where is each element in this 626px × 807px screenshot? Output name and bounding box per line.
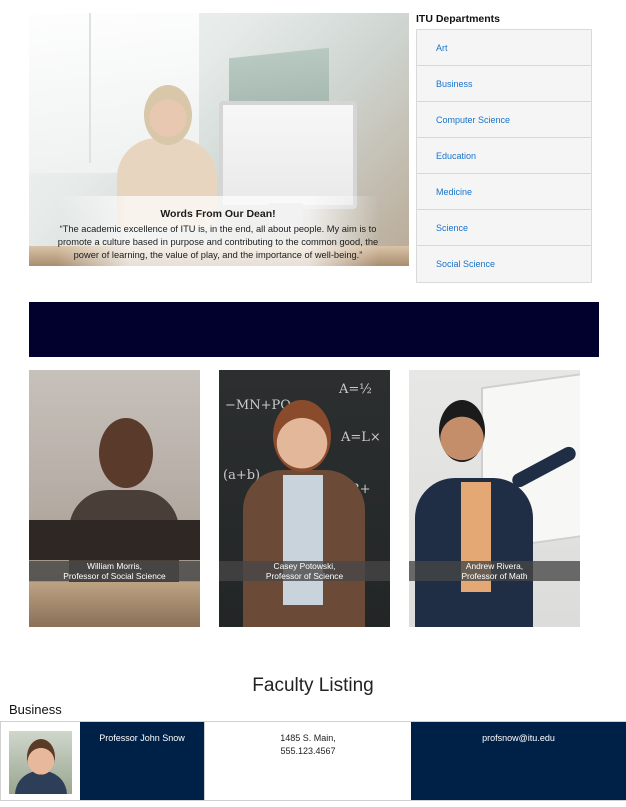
faculty-card-role: Professor of Math (461, 570, 528, 581)
department-link-social-science[interactable]: Social Science (417, 246, 591, 282)
dean-quote: “The academic excellence of ITU is, in t… (57, 224, 379, 260)
window-frame (89, 13, 91, 163)
faculty-address: 1485 S. Main, (280, 733, 336, 743)
faculty-photo (9, 731, 72, 794)
dean-hero-image: Words From Our Dean! “The academic excel… (29, 13, 409, 266)
department-link-business[interactable]: Business (417, 66, 591, 102)
department-link-art[interactable]: Art (417, 30, 591, 66)
departments-heading: ITU Departments (416, 13, 501, 25)
faculty-photo-head (99, 418, 153, 488)
books-decor (29, 520, 200, 560)
faculty-photo-shirt (283, 475, 323, 605)
dean-caption: Words From Our Dean! “The academic excel… (57, 196, 379, 266)
departments-list: Art Business Computer Science Education … (416, 29, 592, 283)
faculty-phone: 555.123.4567 (280, 746, 336, 756)
faculty-photo-head (273, 400, 331, 472)
faculty-card-caption: Andrew Rivera, Professor of Math (409, 561, 580, 581)
chalkboard-math-decor: A=L× (341, 430, 381, 445)
faculty-card-role: Professor of Science (265, 570, 344, 581)
faculty-card-caption: Casey Potowski, Professor of Science (219, 561, 390, 581)
faculty-card-andrew-rivera[interactable]: Andrew Rivera, Professor of Math (409, 370, 580, 627)
department-link-computer-science[interactable]: Computer Science (417, 102, 591, 138)
faculty-card-william-morris[interactable]: William Morris, Professor of Social Scie… (29, 370, 200, 627)
faculty-card-casey-potowski[interactable]: −MN+PQ A=½ A=L× (a+b) (B+ Casey Potowski… (219, 370, 390, 627)
faculty-photo-cell (0, 722, 80, 800)
faculty-photo-head (27, 739, 55, 775)
department-link-science[interactable]: Science (417, 210, 591, 246)
faculty-listing-title: Faculty Listing (252, 675, 374, 696)
chalkboard-math-decor: A=½ (339, 382, 372, 397)
dean-caption-title: Words From Our Dean! (160, 208, 276, 220)
department-link-education[interactable]: Education (417, 138, 591, 174)
computer-monitor (219, 101, 357, 209)
table-row: Professor John Snow 1485 S. Main, 555.12… (0, 721, 626, 801)
faculty-card-caption: William Morris, Professor of Social Scie… (29, 561, 200, 581)
faculty-address-cell: 1485 S. Main, 555.123.4567 (204, 722, 411, 800)
dean-figure-head (144, 85, 192, 145)
faculty-name-cell: Professor John Snow (80, 722, 204, 800)
faculty-card-role: Professor of Social Science (63, 570, 166, 581)
faculty-photo-head (439, 400, 485, 462)
faculty-listing-department: Business (9, 702, 62, 717)
faculty-email-cell[interactable]: profsnow@itu.edu (411, 722, 626, 800)
department-link-medicine[interactable]: Medicine (417, 174, 591, 210)
navy-banner (29, 302, 599, 357)
books-decor (29, 582, 200, 627)
